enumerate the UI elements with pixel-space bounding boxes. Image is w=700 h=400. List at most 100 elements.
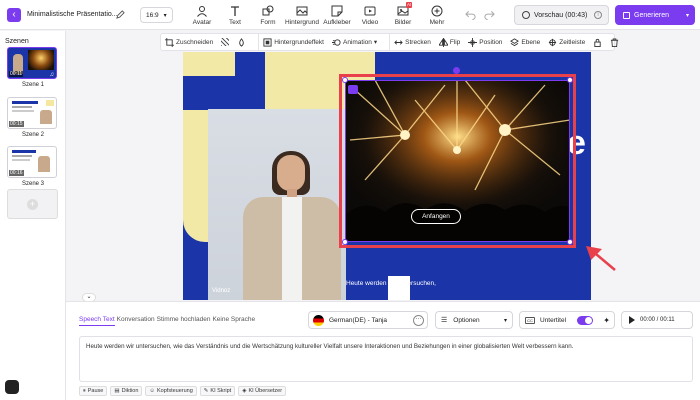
scene-thumbnail: 00:16 [7, 146, 57, 178]
ai-script-label: KI Skript [210, 388, 232, 394]
scene-duration: 00:11 [9, 71, 24, 77]
chevron-down-icon: ▾ [503, 317, 507, 324]
voice-select[interactable]: German(DE) - Tanja ··· [308, 311, 428, 329]
scene-thumbnail: 00:11 ♫ [7, 47, 57, 79]
tool-background[interactable]: Hintergrund [285, 0, 319, 30]
generate-label: Generieren [634, 11, 670, 19]
add-scene-button[interactable]: + [7, 189, 58, 219]
edit-icon[interactable] [116, 10, 125, 19]
scene-label: Szene 2 [21, 132, 45, 138]
background-effect-icon [263, 37, 272, 47]
tool-video-label: Video [361, 18, 379, 26]
tab-speech-text[interactable]: Speech Text [79, 316, 115, 326]
animation-button[interactable]: Animation ▾ [328, 33, 381, 51]
options-select[interactable]: ☰ Optionen ▾ [435, 311, 513, 329]
tool-text-label: Text [229, 18, 241, 26]
tool-avatar-label: Avatar [192, 18, 212, 26]
sidebar-title: Szenen [5, 38, 29, 45]
subtitle-text: Heute werden wir untersuchen, [346, 280, 436, 287]
text-icon [231, 5, 239, 16]
background-icon [296, 6, 308, 15]
undo-icon[interactable] [465, 10, 476, 20]
layer-label: Ebene [521, 38, 541, 46]
play-circle-icon [522, 11, 530, 19]
resize-handle[interactable] [567, 77, 573, 83]
decor-blue-block [235, 52, 265, 82]
position-icon [468, 37, 478, 47]
music-note-icon: ♫ [49, 72, 55, 78]
more-options-icon[interactable]: ··· [413, 314, 424, 326]
stretch-icon [394, 39, 403, 45]
color-button[interactable] [233, 33, 250, 51]
lock-icon [594, 38, 601, 47]
resize-handle[interactable] [342, 239, 348, 245]
tool-text[interactable]: Text [219, 0, 251, 30]
translate-icon: ◈ [242, 388, 247, 394]
head-icon: ☺ [149, 388, 156, 394]
scene-thumbnail: 00:15 [7, 97, 57, 129]
timeline-button[interactable]: Zeitleiste [544, 33, 589, 51]
tool-images[interactable]: Bilder AI [387, 0, 419, 30]
redo-icon[interactable] [484, 10, 495, 20]
flip-icon [438, 37, 448, 47]
scene-canvas[interactable]: e Vidnoz Anfangen Heute werden wir unter… [183, 52, 591, 300]
pin-icon[interactable]: ✦ [603, 316, 610, 325]
rotate-handle[interactable] [453, 67, 460, 74]
play-icon[interactable] [629, 316, 635, 324]
subtitle-switch[interactable] [577, 315, 594, 325]
subtitle-toggle-group: CC Untertitel ✦ [519, 311, 615, 329]
back-button[interactable]: ‹ [7, 8, 21, 22]
tool-more[interactable]: Mehr [421, 0, 453, 30]
generate-button[interactable]: Generieren ▾ [615, 5, 695, 25]
speech-panel: Speech Text Konversation Stimme hochlade… [66, 301, 700, 400]
drop-icon [239, 37, 244, 47]
project-title[interactable]: Minimalistische Präsentatio... [27, 11, 118, 18]
preview-button[interactable]: Vorschau (00:43) i [514, 5, 609, 25]
tool-sticker[interactable]: Aufkleber [321, 0, 353, 30]
tool-avatar[interactable]: Avatar [186, 0, 218, 30]
pause-icon: ⏸ [83, 387, 86, 394]
tab-conversation[interactable]: Konversation [117, 316, 155, 326]
scene-item-2[interactable]: 00:15 Szene 2 [4, 97, 62, 143]
feedback-icon[interactable] [5, 380, 19, 394]
tool-sticker-label: Aufkleber [323, 18, 351, 26]
decor-yellow-block [183, 110, 208, 242]
animation-icon [331, 38, 341, 46]
head-control-button[interactable]: ☺ Kopfsteuerung [145, 386, 197, 396]
ai-script-button[interactable]: ✎ KI Skript [199, 386, 236, 396]
resize-handle[interactable] [567, 239, 573, 245]
aspect-ratio-label: 16:9 [146, 11, 159, 19]
tool-form[interactable]: Form [252, 0, 284, 30]
timeline-label: Zeitleiste [559, 38, 586, 46]
tab-no-voice[interactable]: Keine Sprache [212, 316, 255, 326]
preview-label: Vorschau (00:43) [534, 11, 588, 19]
mosaic-button[interactable] [217, 33, 233, 51]
lock-button[interactable] [589, 33, 606, 51]
ai-script-icon: ✎ [203, 388, 209, 394]
aspect-ratio-select[interactable]: 16:9 ▾ [140, 7, 173, 23]
tool-video[interactable]: Video [354, 0, 386, 30]
scene-item-3[interactable]: 00:16 Szene 3 [4, 146, 62, 192]
diction-button[interactable]: ▤ Diktion [110, 386, 143, 396]
ai-translator-label: KI Übersetzer [248, 388, 283, 394]
tab-upload-voice[interactable]: Stimme hochladen [157, 316, 211, 326]
resize-handle[interactable] [342, 77, 348, 83]
delete-button[interactable] [606, 33, 623, 51]
ai-translator-button[interactable]: ◈ KI Übersetzer [238, 386, 287, 396]
position-button[interactable]: Position [464, 33, 506, 51]
crop-button[interactable]: Zuschneiden [161, 33, 217, 51]
layer-button[interactable]: Ebene [506, 33, 544, 51]
flip-button[interactable]: Flip [435, 33, 464, 51]
background-effect-label: Hintergrundeffekt [274, 38, 324, 46]
avatar-presenter[interactable]: Vidnoz [208, 109, 346, 300]
stretch-button[interactable]: Strecken [389, 33, 435, 51]
export-icon [623, 11, 630, 19]
diction-label: Diktion [121, 388, 139, 394]
script-textarea[interactable]: Heute werden wir untersuchen, wie das Ve… [79, 336, 693, 382]
background-effect-button[interactable]: Hintergrundeffekt [258, 33, 328, 51]
animation-label: Animation [342, 38, 372, 46]
annotation-arrow [586, 246, 616, 271]
top-toolbar: ‹ Minimalistische Präsentatio... 16:9 ▾ … [0, 0, 700, 30]
cc-icon: CC [525, 316, 535, 324]
pause-button[interactable]: ⏸ Pause [79, 386, 108, 396]
